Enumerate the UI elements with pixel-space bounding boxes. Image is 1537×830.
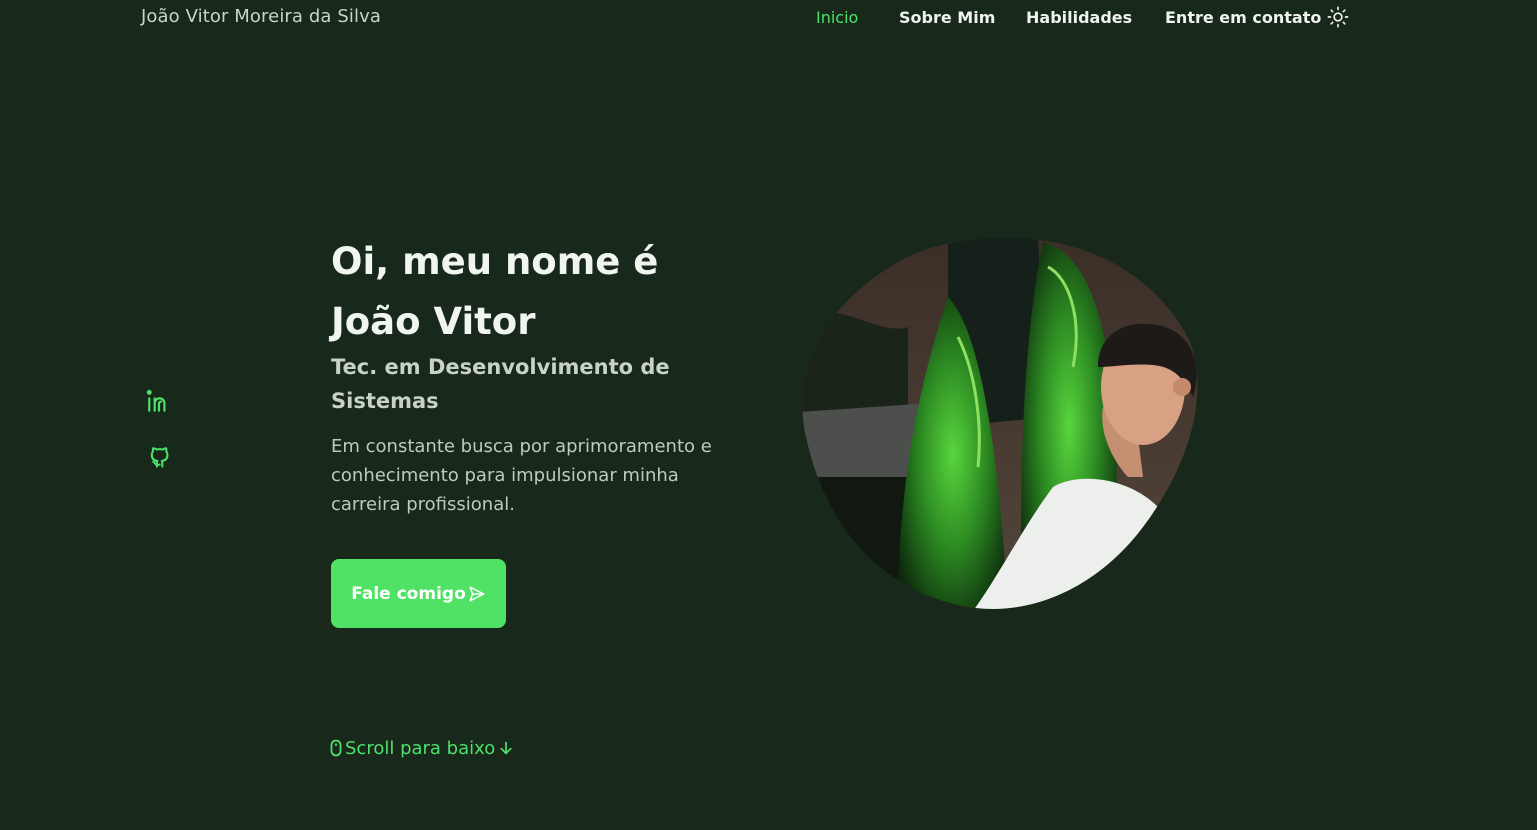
github-link[interactable] [146,445,172,471]
mouse-icon [330,739,342,757]
header: João Vitor Moreira da Silva Inicio Sobre… [0,0,1537,38]
scroll-label: Scroll para baixo [345,737,496,759]
page: João Vitor Moreira da Silva Inicio Sobre… [0,0,1537,830]
hero-description: Em constante busca por aprimoramento e c… [331,436,712,515]
fale-comigo-button[interactable]: Fale comigo [331,559,506,628]
arrow-down-icon [500,741,512,755]
nav-sobre-mim[interactable]: Sobre Mim [899,8,995,27]
nav-entre-em-contato[interactable]: Entre em contato [1165,8,1321,27]
hero-title-line-2: João Vitor [331,300,536,343]
main-nav: Inicio Sobre Mim Habilidades Entre em co… [0,8,1537,30]
nav-inicio[interactable]: Inicio [816,8,858,27]
github-icon [150,447,169,468]
linkedin-link[interactable] [146,388,172,414]
hero-subtitle: Tec. em Desenvolvimento de Sistemas [331,355,670,413]
sun-icon [1327,6,1349,28]
scroll-down-link[interactable]: Scroll para baixo [330,736,514,760]
linkedin-icon [146,389,166,412]
hero-title-line-1: Oi, meu nome é [331,240,659,283]
send-icon [469,586,485,601]
hero-title: Oi, meu nome é João Vitor [331,232,751,352]
nav-habilidades[interactable]: Habilidades [1026,8,1132,27]
theme-toggle-button[interactable] [1327,6,1349,28]
profile-photo [798,237,1200,611]
cta-label: Fale comigo [351,583,466,604]
